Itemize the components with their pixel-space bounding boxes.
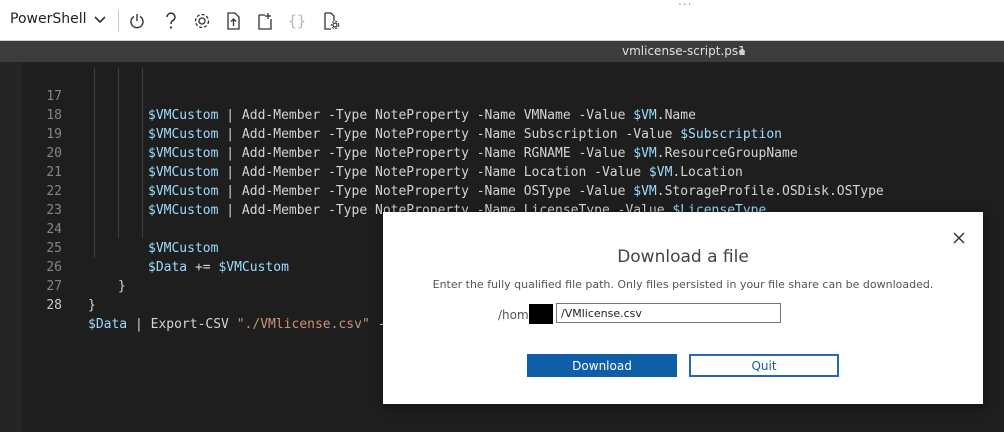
chevron-down-icon <box>94 15 107 23</box>
shell-selector-label: PowerShell <box>10 11 87 27</box>
code-text: } <box>88 298 96 313</box>
power-icon[interactable] <box>126 10 148 32</box>
download-button[interactable]: Download <box>527 354 677 377</box>
dialog-description: Enter the fully qualified file path. Onl… <box>432 278 934 291</box>
code-line: 19 $VMCustom | Add-Member -Type NoteProp… <box>22 106 797 161</box>
code-text: $VMCustom <box>148 241 219 256</box>
braces-icon: {} <box>287 12 307 30</box>
editor-left-strip <box>0 62 22 432</box>
help-icon[interactable] <box>160 10 182 32</box>
code-text: $VMCustom | Add-Member -Type NotePropert… <box>148 108 696 123</box>
line-number: 28 <box>46 298 62 313</box>
code-line: 17 $VMCustom | Add-Member -Type NoteProp… <box>22 68 696 123</box>
code-line: 25 $Data += $VMCustom <box>22 220 289 275</box>
download-file-icon[interactable] <box>254 10 276 32</box>
download-file-dialog: Download a file Enter the fully qualifie… <box>383 212 983 404</box>
code-line: 26 } <box>22 239 125 294</box>
settings-icon[interactable] <box>191 10 213 32</box>
editor-tab-title[interactable]: vmlicense-script.ps1 <box>622 44 746 58</box>
redacted-block <box>529 304 553 324</box>
unsaved-dot-icon <box>739 49 745 55</box>
code-text: $VMCustom | Add-Member -Type NotePropert… <box>148 127 782 142</box>
code-line: 24 $VMCustom <box>22 201 218 256</box>
code-text: $VMCustom | Add-Member -Type NotePropert… <box>148 184 884 199</box>
code-line: 23 <box>22 182 62 218</box>
code-text: } <box>118 279 126 294</box>
code-text: $Data += $VMCustom <box>148 260 289 275</box>
toolbar: ... PowerShell {} <box>0 0 1004 41</box>
close-icon[interactable] <box>951 230 967 246</box>
quit-button[interactable]: Quit <box>689 354 839 377</box>
open-editor-icon[interactable] <box>320 10 342 32</box>
code-line: 18 $VMCustom | Add-Member -Type NoteProp… <box>22 87 782 142</box>
code-line: 20 $VMCustom | Add-Member -Type NoteProp… <box>22 125 743 180</box>
file-path-input[interactable] <box>556 303 781 323</box>
code-text: $Data | Export-CSV "./VMlicense.csv" -D <box>88 317 394 332</box>
code-text: $VMCustom | Add-Member -Type NotePropert… <box>148 165 743 180</box>
code-line: 22 $VMCustom | Add-Member -Type NoteProp… <box>22 163 766 218</box>
path-prefix-label: /hom <box>498 308 529 322</box>
indent-guide <box>118 68 119 238</box>
resize-grip-icon[interactable]: ... <box>678 0 692 8</box>
toolbar-divider <box>118 10 119 32</box>
code-line: 27 } <box>22 258 95 313</box>
upload-file-icon[interactable] <box>223 10 245 32</box>
code-text: $VMCustom | Add-Member -Type NotePropert… <box>148 146 798 161</box>
code-line: 21 $VMCustom | Add-Member -Type NoteProp… <box>22 144 883 199</box>
dialog-title: Download a file <box>617 247 749 267</box>
editor-tab-bar: vmlicense-script.ps1 <box>0 41 1004 62</box>
code-line: 28 $Data | Export-CSV "./VMlicense.csv" … <box>22 277 393 332</box>
indent-guide <box>94 68 95 258</box>
indent-guide <box>142 68 143 238</box>
shell-selector[interactable]: PowerShell <box>10 11 107 27</box>
